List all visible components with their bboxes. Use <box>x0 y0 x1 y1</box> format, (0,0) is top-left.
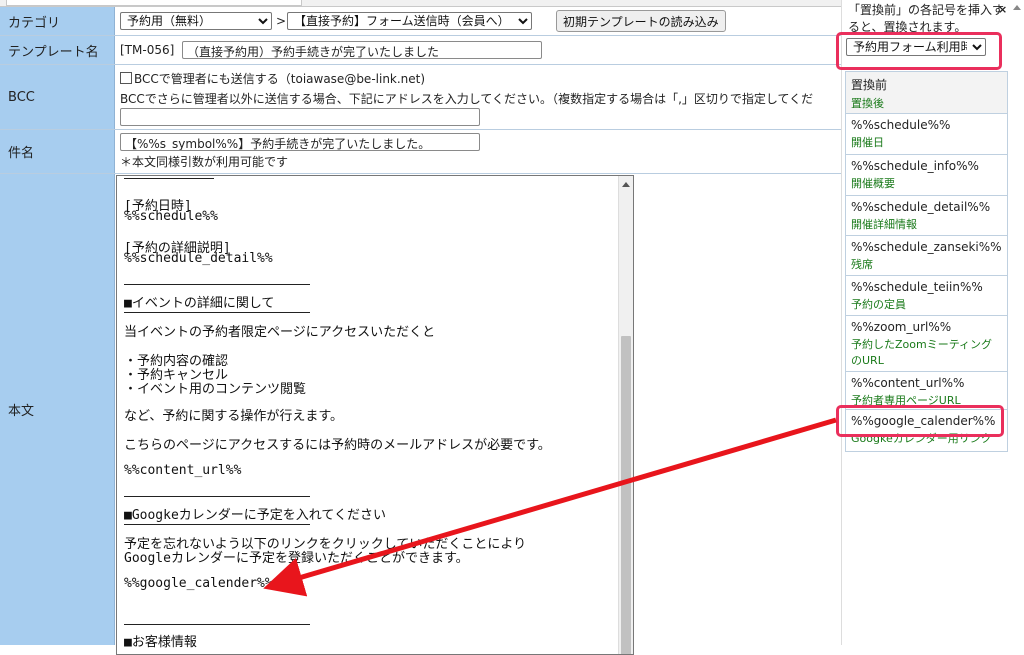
divider <box>124 524 310 525</box>
load-initial-template-button[interactable]: 初期テンプレートの読み込み <box>556 10 726 32</box>
item-code: %%schedule%% <box>851 118 951 132</box>
template-name-label: テンプレート名 <box>0 36 115 64</box>
panel-hint: 「置換前」の各記号を挿入すると、置換されます。 <box>848 3 1005 34</box>
replacement-panel: 「置換前」の各記号を挿入すると、置換されます。 × 予約用フォーム利用時 置換前… <box>841 0 1024 645</box>
item-code: %%zoom_url%% <box>851 320 952 334</box>
item-desc: 予約の定員 <box>851 298 906 311</box>
body-line: 当イベントの予約者限定ページにアクセスいただくと <box>124 325 436 340</box>
divider <box>124 178 214 179</box>
item-desc: 残席 <box>851 258 873 271</box>
panel-scroll-up-icon[interactable] <box>1013 5 1021 10</box>
subject-note: ＊本文同様引数が利用可能です <box>120 155 289 169</box>
bcc-row: BCC BCCで管理者にも送信する（toiawase@be-link.net) … <box>0 65 841 130</box>
bcc-address-input[interactable] <box>120 108 480 126</box>
template-code: [TM-056] <box>120 43 175 57</box>
list-item[interactable]: %%zoom_url%% 予約したZoomミーティングのURL <box>846 316 1007 372</box>
scroll-thumb[interactable] <box>621 336 631 654</box>
category-separator: > <box>276 14 287 28</box>
body-line: ■イベントの詳細に関して <box>124 296 275 311</box>
list-item[interactable]: %%schedule_detail%% 開催詳細情報 <box>846 196 1007 236</box>
item-desc: 開催詳細情報 <box>851 218 917 231</box>
bcc-checkbox[interactable] <box>120 72 132 84</box>
subject-row: 件名 【%%s_symbol%%】予約手続きが完了いたしました。 ＊本文同様引数… <box>0 130 841 174</box>
category-row: カテゴリ 予約用（無料） > 【直接予約】フォーム送信時（会員へ） 初期テンプレ… <box>0 7 841 36</box>
bcc-note: BCCでさらに管理者以外に送信する場合、下記にアドレスを入力してください。（複数… <box>120 92 814 106</box>
header-after: 置換後 <box>851 97 884 110</box>
list-item[interactable]: %%schedule_teiin%% 予約の定員 <box>846 276 1007 316</box>
scroll-up-arrow-icon[interactable] <box>622 182 630 187</box>
list-item[interactable]: %%schedule%% 開催日 <box>846 114 1007 155</box>
item-desc: 開催日 <box>851 136 884 149</box>
item-code: %%schedule_teiin%% <box>851 280 983 294</box>
item-code: %%schedule_info%% <box>851 159 979 173</box>
select-highlight-box <box>836 32 1002 70</box>
divider <box>124 312 310 313</box>
body-line: %%content_url%% <box>124 463 242 478</box>
item-highlight-box <box>836 405 1004 437</box>
body-line: ■お客様情報 <box>124 635 197 650</box>
item-code: %%content_url%% <box>851 376 965 390</box>
item-desc: 開催概要 <box>851 177 895 190</box>
bcc-label: BCC <box>0 65 115 129</box>
divider <box>124 624 310 625</box>
list-item[interactable]: %%schedule_info%% 開催概要 <box>846 155 1007 196</box>
category-label: カテゴリ <box>0 7 115 35</box>
body-label: 本文 <box>0 174 115 645</box>
list-header: 置換前 置換後 <box>846 72 1007 114</box>
subject-label: 件名 <box>0 130 115 173</box>
item-desc: 予約したZoomミーティングのURL <box>851 338 993 367</box>
trigger-select[interactable]: 【直接予約】フォーム送信時（会員へ） <box>287 12 532 30</box>
subject-input[interactable]: 【%%s_symbol%%】予約手続きが完了いたしました。 <box>120 133 480 151</box>
body-scrollbar[interactable] <box>618 176 633 654</box>
body-line: %%schedule_detail%% <box>124 251 273 266</box>
mail-template-form: カテゴリ 予約用（無料） > 【直接予約】フォーム送信時（会員へ） 初期テンプレ… <box>0 0 841 655</box>
top-tab[interactable] <box>6 0 302 6</box>
category-select[interactable]: 予約用（無料） <box>120 12 272 30</box>
body-line: Googleカレンダーに予定を登録いただくことができます。 <box>124 551 469 566</box>
top-toolbar-strip <box>0 0 841 7</box>
body-line: %%google_calender%% <box>124 576 273 591</box>
template-name-row: テンプレート名 [TM-056] （直接予約用）予約手続きが完了いたしました <box>0 36 841 65</box>
body-line: ・イベント用のコンテンツ閲覧 <box>124 382 307 397</box>
item-code: %%schedule_detail%% <box>851 200 991 214</box>
item-code: %%schedule_zanseki%% <box>851 240 1002 254</box>
body-line: こちらのページにアクセスするには予約時のメールアドレスが必要です。 <box>124 438 551 453</box>
body-line: など、予約に関する操作が行えます。 <box>124 409 344 424</box>
header-before: 置換前 <box>851 78 888 92</box>
divider <box>124 284 310 285</box>
list-item[interactable]: %%schedule_zanseki%% 残席 <box>846 236 1007 276</box>
bcc-checkbox-label: BCCで管理者にも送信する（toiawase@be-link.net) <box>134 72 426 86</box>
divider <box>124 496 310 497</box>
body-line: %%schedule%% <box>124 209 218 224</box>
body-textarea[interactable]: [予約日時] %%schedule%% [予約の詳細説明] %%schedule… <box>116 175 634 655</box>
close-icon[interactable]: × <box>998 3 1007 16</box>
bcc-checkbox-wrap[interactable]: BCCで管理者にも送信する（toiawase@be-link.net) <box>120 70 425 87</box>
replacement-list: 置換前 置換後 %%schedule%% 開催日 %%schedule_info… <box>845 71 1008 452</box>
template-name-input[interactable]: （直接予約用）予約手続きが完了いたしました <box>182 41 542 59</box>
body-line: ■Googkeカレンダーに予定を入れてください <box>124 508 387 523</box>
